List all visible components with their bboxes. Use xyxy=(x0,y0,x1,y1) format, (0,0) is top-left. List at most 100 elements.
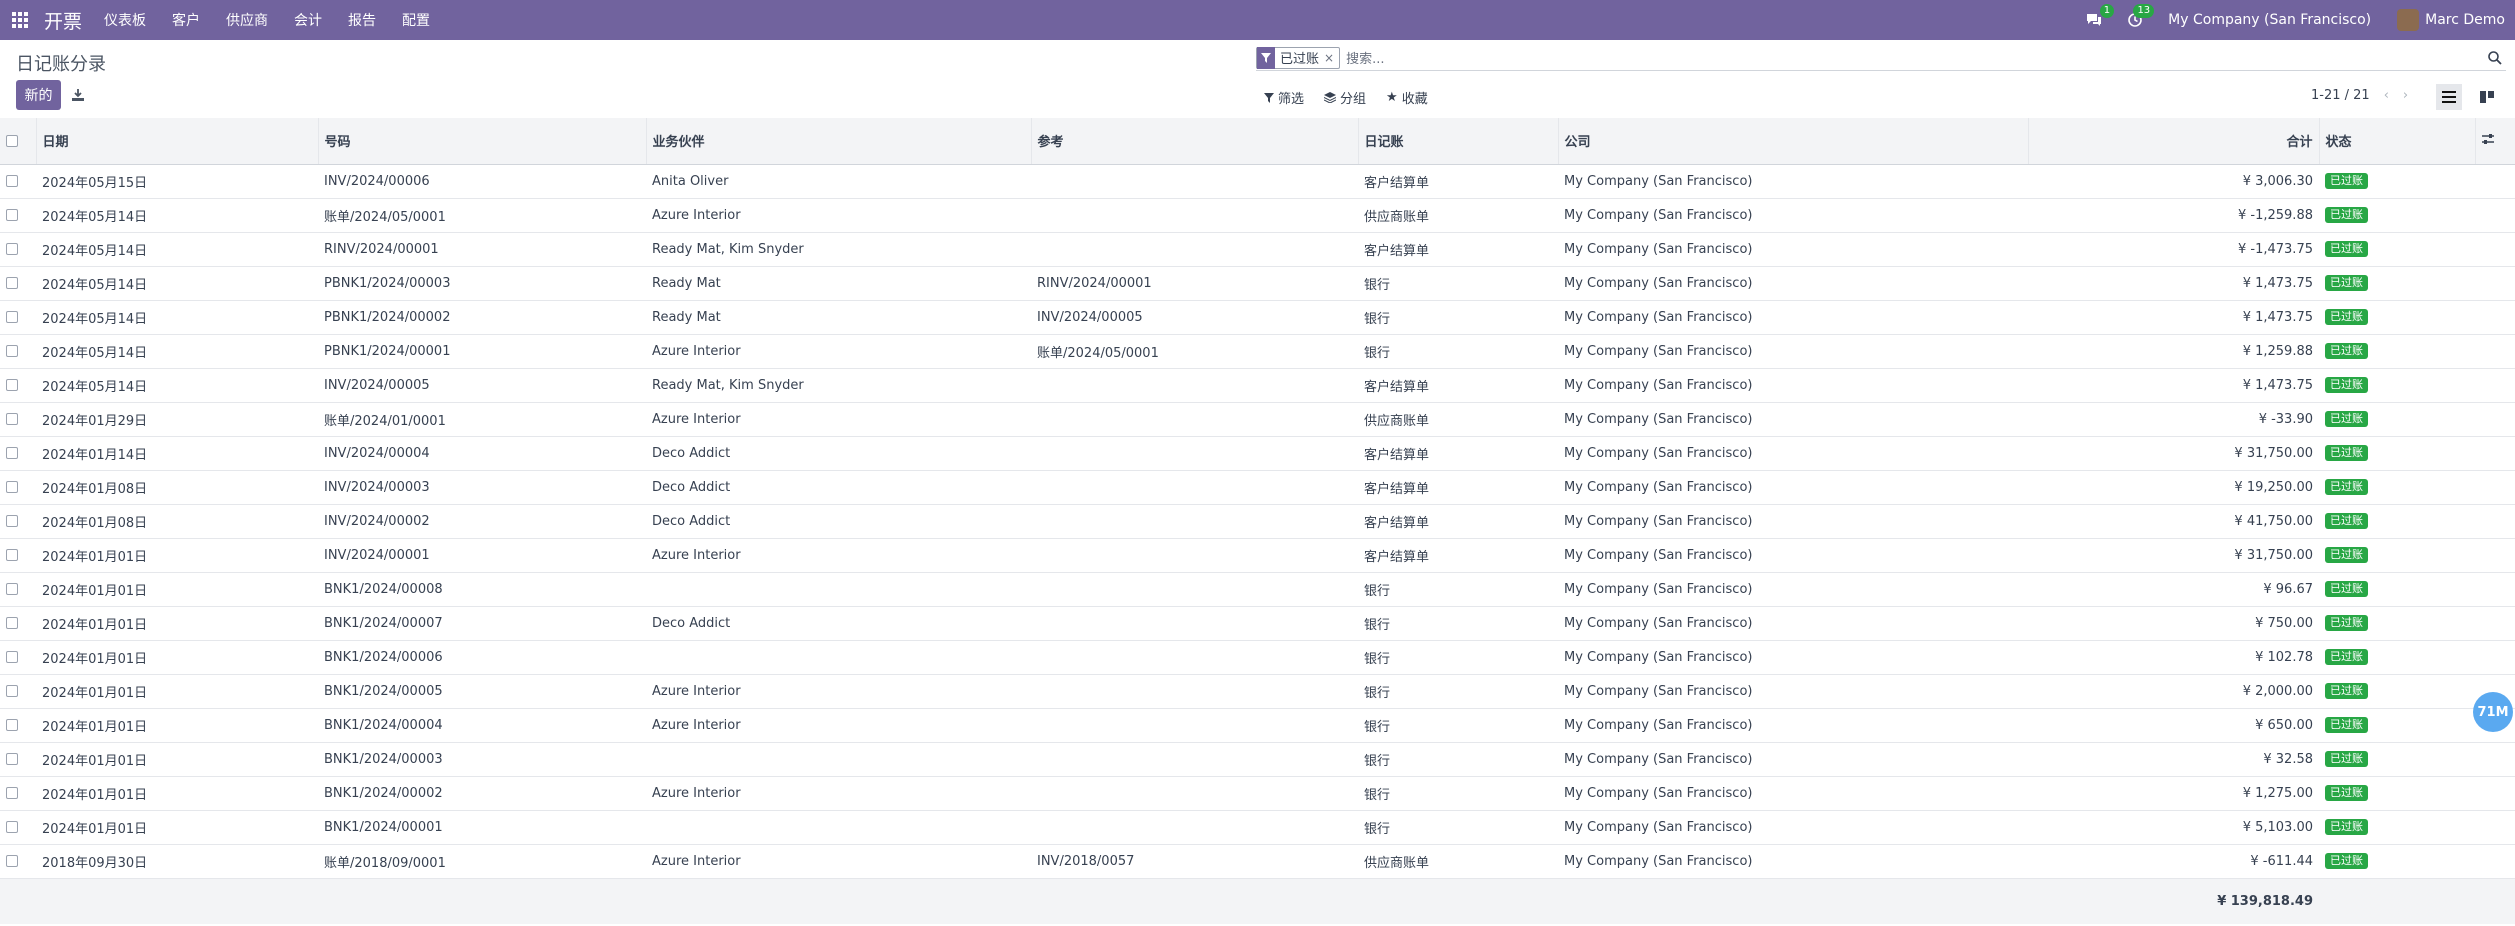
row-checkbox[interactable] xyxy=(0,266,36,300)
cell-total: ¥ 1,259.88 xyxy=(2242,343,2313,359)
status-badge: 已过账 xyxy=(2325,819,2368,835)
row-checkbox[interactable] xyxy=(0,640,36,674)
status-badge: 已过账 xyxy=(2325,479,2368,495)
app-brand[interactable]: 开票 xyxy=(44,7,82,34)
menu-item-customers[interactable]: 客户 xyxy=(172,10,200,30)
cell-date: 2024年05月14日 xyxy=(42,277,148,293)
download-icon[interactable] xyxy=(72,86,84,105)
list-view-icon[interactable] xyxy=(2436,84,2462,110)
table-row[interactable]: 2024年01月01日 BNK1/2024/00003 银行 My Company (… xyxy=(0,742,2515,776)
table-row[interactable]: 2024年01月01日 BNK1/2024/00004 Azure Interior… xyxy=(0,708,2515,742)
status-badge: 已过账 xyxy=(2325,513,2368,529)
row-checkbox[interactable] xyxy=(0,368,36,402)
column-company[interactable]: 公司 xyxy=(1558,118,2029,165)
menu-item-reporting[interactable]: 报告 xyxy=(348,10,376,30)
row-checkbox[interactable] xyxy=(0,708,36,742)
table-row[interactable]: 2024年01月01日 BNK1/2024/00007 Deco Addict 银行 M… xyxy=(0,606,2515,640)
apps-menu-button[interactable] xyxy=(0,0,40,40)
activity-button[interactable]: 13 xyxy=(2128,4,2155,27)
chevron-right-icon[interactable]: › xyxy=(2403,88,2408,103)
cell-reference xyxy=(1031,572,1358,606)
search-icon[interactable] xyxy=(2488,50,2502,69)
column-date[interactable]: 日期 xyxy=(36,118,319,165)
row-checkbox[interactable] xyxy=(0,606,36,640)
table-row[interactable]: 2024年01月01日 BNK1/2024/00005 Azure Interior… xyxy=(0,674,2515,708)
table-row[interactable]: 2024年01月01日 BNK1/2024/00002 Azure Interior… xyxy=(0,776,2515,810)
cell-company: My Company (San Francisco) xyxy=(1564,751,1753,767)
row-checkbox[interactable] xyxy=(0,300,36,334)
table-row[interactable]: 2024年05月15日 INV/2024/00006 Anita Oliver 客户结… xyxy=(0,164,2515,198)
menu-item-vendors[interactable]: 供应商 xyxy=(226,10,268,30)
table-row[interactable]: 2024年01月14日 INV/2024/00004 Deco Addict 客户结算… xyxy=(0,436,2515,470)
column-journal[interactable]: 日记账 xyxy=(1358,118,1559,165)
cell-state: 已过账 xyxy=(2319,232,2475,266)
row-checkbox[interactable] xyxy=(0,436,36,470)
table-row[interactable]: 2024年05月14日 PBNK1/2024/00003 Ready Mat RINV… xyxy=(0,266,2515,300)
cell-journal: 银行 xyxy=(1364,345,1391,361)
favorites-button[interactable]: ★ 收藏 xyxy=(1386,88,1428,107)
table-row[interactable]: 2024年01月01日 BNK1/2024/00001 银行 My Company (… xyxy=(0,810,2515,844)
row-checkbox[interactable] xyxy=(0,572,36,606)
chevron-left-icon[interactable]: ‹ xyxy=(2384,88,2389,103)
row-checkbox[interactable] xyxy=(0,810,36,844)
kanban-view-icon[interactable] xyxy=(2474,84,2500,110)
user-menu[interactable]: Marc Demo xyxy=(2397,9,2505,31)
row-checkbox[interactable] xyxy=(0,164,36,198)
table-row[interactable]: 2024年05月14日 RINV/2024/00001 Ready Mat, Kim… xyxy=(0,232,2515,266)
cell-journal: 客户结算单 xyxy=(1364,549,1430,565)
cell-partner: Azure Interior xyxy=(652,547,741,563)
column-number[interactable]: 号码 xyxy=(318,118,647,165)
cell-partner: Azure Interior xyxy=(652,207,741,223)
table-row[interactable]: 2024年05月14日 PBNK1/2024/00002 Ready Mat INV/… xyxy=(0,300,2515,334)
column-state[interactable]: 状态 xyxy=(2319,118,2476,165)
optional-columns-toggle[interactable] xyxy=(2475,118,2515,165)
row-checkbox[interactable] xyxy=(0,674,36,708)
table-row[interactable]: 2024年05月14日 账单/2024/05/0001 Azure Interior… xyxy=(0,198,2515,232)
cell-partner: Azure Interior xyxy=(652,717,741,733)
column-total[interactable]: 合计 xyxy=(2028,118,2320,165)
cell-total: ¥ -611.44 xyxy=(2250,853,2313,869)
table-row[interactable]: 2024年05月14日 INV/2024/00005 Ready Mat, Kim … xyxy=(0,368,2515,402)
cell-company: My Company (San Francisco) xyxy=(1564,785,1753,801)
column-partner[interactable]: 业务伙伴 xyxy=(646,118,1032,165)
messaging-button[interactable]: 1 xyxy=(2086,4,2115,27)
cell-total: ¥ 1,473.75 xyxy=(2242,377,2313,393)
menu-item-dashboard[interactable]: 仪表板 xyxy=(104,10,146,30)
select-all-checkbox[interactable] xyxy=(0,118,37,165)
menu-item-configuration[interactable]: 配置 xyxy=(402,10,430,30)
new-button[interactable]: 新的 xyxy=(16,80,61,110)
cell-reference xyxy=(1031,810,1358,844)
table-row[interactable]: 2024年01月29日 账单/2024/01/0001 Azure Interior… xyxy=(0,402,2515,436)
search-input[interactable]: 搜索... xyxy=(1346,48,1384,67)
floating-badge[interactable]: 71M xyxy=(2473,692,2513,732)
filters-button[interactable]: 筛选 xyxy=(1264,88,1304,107)
pager-value[interactable]: 1-21 / 21 xyxy=(2311,88,2370,103)
page-title: 日记账分录 xyxy=(16,54,106,75)
cell-journal: 银行 xyxy=(1364,651,1391,667)
row-checkbox[interactable] xyxy=(0,470,36,504)
row-checkbox[interactable] xyxy=(0,232,36,266)
chat-count-badge: 1 xyxy=(2099,4,2115,18)
row-checkbox[interactable] xyxy=(0,776,36,810)
column-reference[interactable]: 参考 xyxy=(1031,118,1359,165)
group-by-button[interactable]: 分组 xyxy=(1324,88,1366,107)
row-checkbox[interactable] xyxy=(0,334,36,368)
row-checkbox[interactable] xyxy=(0,402,36,436)
company-switcher[interactable]: My Company (San Francisco) xyxy=(2168,12,2371,28)
table-row[interactable]: 2024年01月08日 INV/2024/00003 Deco Addict 客户结算… xyxy=(0,470,2515,504)
row-checkbox[interactable] xyxy=(0,504,36,538)
row-checkbox[interactable] xyxy=(0,844,36,878)
cell-total: ¥ 1,473.75 xyxy=(2242,309,2313,325)
table-row[interactable]: 2018年09月30日 账单/2018/09/0001 Azure Interior… xyxy=(0,844,2515,878)
table-row[interactable]: 2024年01月08日 INV/2024/00002 Deco Addict 客户结算… xyxy=(0,504,2515,538)
table-row[interactable]: 2024年05月14日 PBNK1/2024/00001 Azure Interio… xyxy=(0,334,2515,368)
table-row[interactable]: 2024年01月01日 BNK1/2024/00008 银行 My Company (… xyxy=(0,572,2515,606)
table-row[interactable]: 2024年01月01日 INV/2024/00001 Azure Interior 客… xyxy=(0,538,2515,572)
row-checkbox[interactable] xyxy=(0,742,36,776)
row-checkbox[interactable] xyxy=(0,198,36,232)
close-icon[interactable]: × xyxy=(1324,51,1339,65)
status-badge: 已过账 xyxy=(2325,275,2368,291)
menu-item-accounting[interactable]: 会计 xyxy=(294,10,322,30)
row-checkbox[interactable] xyxy=(0,538,36,572)
table-row[interactable]: 2024年01月01日 BNK1/2024/00006 银行 My Company (… xyxy=(0,640,2515,674)
